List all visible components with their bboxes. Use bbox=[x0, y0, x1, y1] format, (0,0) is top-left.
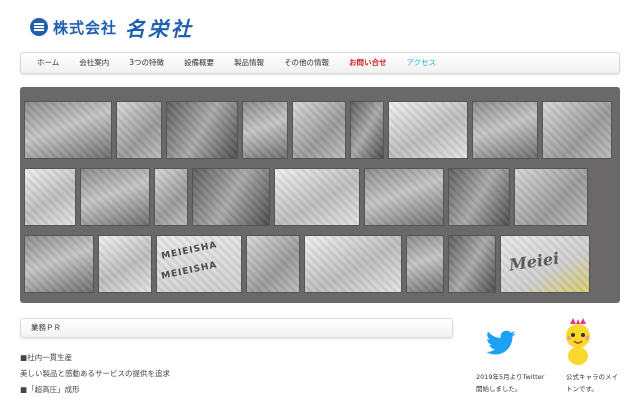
factory-photo bbox=[24, 235, 94, 293]
mascot-caption-line1: 公式キャラのメイ bbox=[566, 373, 618, 381]
company-emblem-icon bbox=[30, 18, 48, 36]
section-heading-business-pr: 業務ＰＲ bbox=[20, 318, 453, 338]
factory-photo bbox=[24, 168, 76, 226]
factory-photo bbox=[242, 101, 288, 159]
nav-other-info[interactable]: その他の情報 bbox=[274, 52, 339, 74]
twitter-caption-line1: 2019年5月よりTwitter bbox=[476, 373, 545, 381]
factory-photo bbox=[364, 168, 444, 226]
photo-gallery: MEIEISHA MEIEISHA Meiei bbox=[20, 87, 620, 303]
brand-sign-photo: MEIEISHA MEIEISHA bbox=[156, 235, 242, 293]
factory-photo bbox=[448, 235, 496, 293]
nav-company[interactable]: 会社案内 bbox=[69, 52, 119, 74]
nav-home[interactable]: ホーム bbox=[27, 52, 69, 74]
factory-photo bbox=[192, 168, 270, 226]
gallery-row-3: MEIEISHA MEIEISHA Meiei bbox=[24, 235, 590, 293]
nav-features[interactable]: 3つの特徴 bbox=[119, 52, 174, 74]
nav-products[interactable]: 製品情報 bbox=[224, 52, 274, 74]
factory-photo bbox=[166, 101, 238, 159]
factory-photo bbox=[448, 168, 510, 226]
gallery-row-2 bbox=[24, 168, 588, 226]
factory-photo bbox=[388, 101, 468, 159]
factory-photo bbox=[80, 168, 150, 226]
factory-photo bbox=[542, 101, 612, 159]
factory-photo bbox=[98, 235, 152, 293]
factory-photo bbox=[514, 168, 588, 226]
nav-equipment[interactable]: 設備概要 bbox=[174, 52, 224, 74]
nav-inquiry[interactable]: お問い合せ bbox=[339, 52, 397, 74]
factory-photo bbox=[246, 235, 300, 293]
pr-line: 美しい製品と感動あるサービスの提供を追求 bbox=[20, 369, 170, 378]
gallery-row-1 bbox=[24, 101, 612, 159]
mascot-caption: 公式キャラのメイ トンです。 bbox=[566, 371, 632, 395]
brand-script-text: Meiei bbox=[507, 248, 561, 275]
main-nav: ホーム 会社案内 3つの特徴 設備概要 製品情報 その他の情報 お問い合せ アク… bbox=[20, 52, 620, 74]
brand-truck-photo: Meiei bbox=[500, 235, 590, 293]
pr-line: ■「超高圧」成形 bbox=[20, 385, 80, 394]
site-logo[interactable]: 株式会社 名栄社 bbox=[30, 14, 195, 41]
brand-text: MEIEISHA bbox=[160, 240, 219, 262]
nav-access[interactable]: アクセス bbox=[397, 52, 447, 74]
twitter-caption-line2: 開始しました。 bbox=[476, 385, 522, 393]
factory-photo bbox=[274, 168, 360, 226]
mascot-character-icon[interactable] bbox=[558, 318, 598, 366]
factory-photo bbox=[24, 101, 112, 159]
factory-photo bbox=[406, 235, 444, 293]
logo-company-name: 名栄社 bbox=[125, 16, 195, 41]
factory-photo bbox=[304, 235, 402, 293]
pr-line: ■社内一貫生産 bbox=[20, 353, 73, 362]
twitter-caption: 2019年5月よりTwitter 開始しました。 bbox=[476, 371, 550, 395]
twitter-bird-icon[interactable] bbox=[486, 330, 516, 356]
factory-photo bbox=[292, 101, 346, 159]
factory-photo bbox=[472, 101, 538, 159]
factory-photo bbox=[116, 101, 162, 159]
logo-corp-label: 株式会社 bbox=[53, 18, 118, 37]
mascot-caption-line2: トンです。 bbox=[566, 385, 598, 393]
factory-photo bbox=[154, 168, 188, 226]
factory-photo bbox=[350, 101, 384, 159]
brand-text: MEIEISHA bbox=[160, 260, 219, 282]
